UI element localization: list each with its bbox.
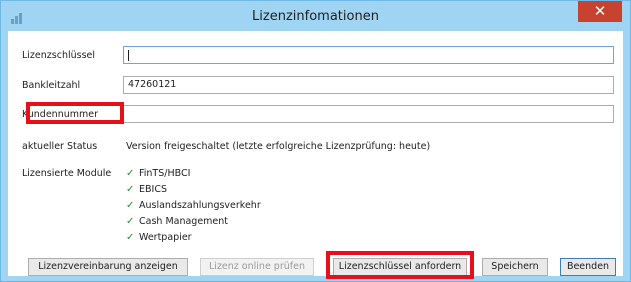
check-icon: ✓ xyxy=(126,231,135,243)
check-icon: ✓ xyxy=(126,199,135,211)
module-item: ✓ Auslandszahlungsverkehr xyxy=(126,199,261,211)
check-online-button[interactable]: Lizenz online prüfen xyxy=(200,258,314,276)
close-icon: ✕ xyxy=(593,2,607,20)
bank-code-input[interactable]: 47260121 xyxy=(123,76,614,94)
text-caret xyxy=(128,50,129,61)
customer-number-input[interactable] xyxy=(123,105,614,123)
dialog-content: Lizenzschlüssel Bankleitzahl 47260121 Ku… xyxy=(8,31,623,279)
check-icon: ✓ xyxy=(126,183,135,195)
status-value: Version freigeschaltet (letzte erfolgrei… xyxy=(126,141,431,152)
module-item: ✓ Wertpapier xyxy=(126,231,192,243)
module-item: ✓ EBICS xyxy=(126,183,167,195)
request-key-highlight xyxy=(326,251,474,279)
customer-number-highlight xyxy=(26,102,124,124)
license-info-dialog: Lizenzinfomationen ✕ Lizenzschlüssel Ban… xyxy=(0,0,631,282)
status-label: aktueller Status xyxy=(22,141,98,152)
exit-button[interactable]: Beenden xyxy=(560,258,616,276)
module-item: ✓ Cash Management xyxy=(126,215,229,227)
license-key-label: Lizenzschlüssel xyxy=(22,50,96,61)
check-icon: ✓ xyxy=(126,215,135,227)
close-button[interactable]: ✕ xyxy=(578,1,622,22)
title-bar[interactable]: Lizenzinfomationen ✕ xyxy=(1,1,630,31)
bank-code-label: Bankleitzahl xyxy=(22,80,81,91)
license-key-input[interactable] xyxy=(123,46,614,64)
window-title: Lizenzinfomationen xyxy=(252,9,379,24)
module-item: ✓ FinTS/HBCI xyxy=(126,167,191,179)
save-button[interactable]: Speichern xyxy=(482,258,548,276)
module-list: ✓ FinTS/HBCI ✓ EBICS ✓ Auslandszahlungsverk… xyxy=(126,165,261,245)
check-icon: ✓ xyxy=(126,167,135,179)
show-agreement-button[interactable]: Lizenzvereinbarung anzeigen xyxy=(28,258,188,276)
modules-label: Lizensierte Module xyxy=(22,168,112,179)
